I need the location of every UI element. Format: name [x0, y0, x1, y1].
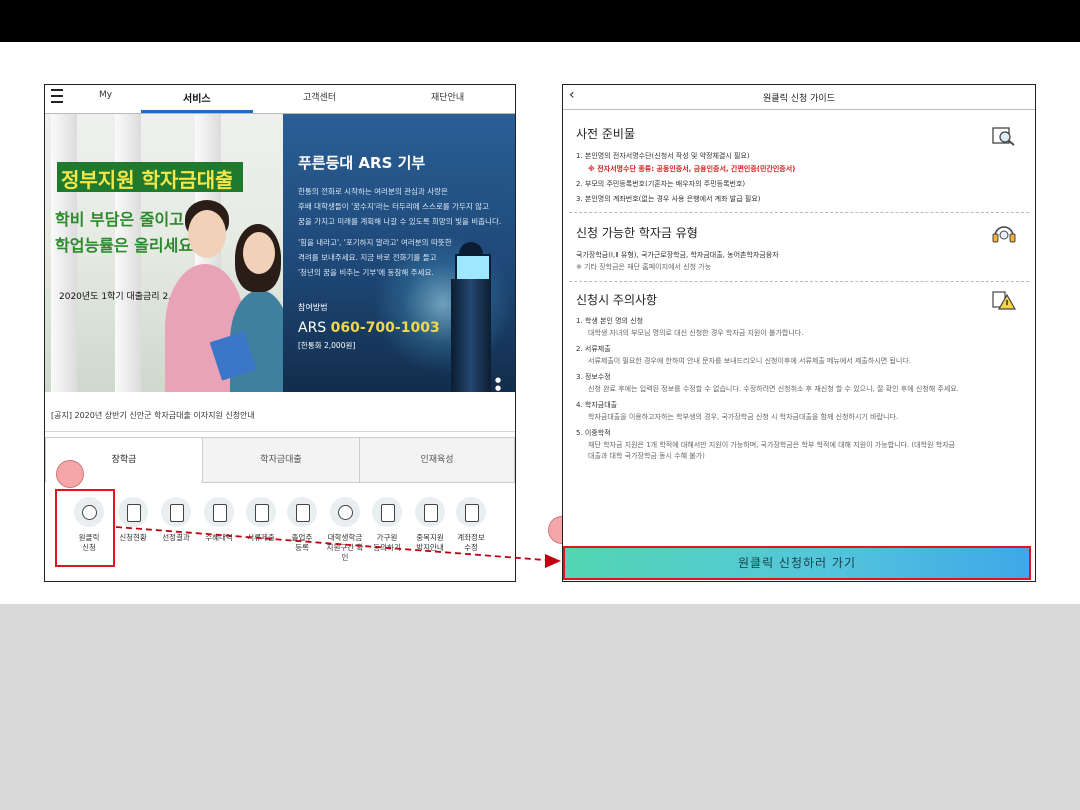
ars-desc-1: 한통의 전화로 시작하는 여러분의 관심과 사랑은 [298, 187, 448, 196]
carousel-dots[interactable]: ● ● ● ● [495, 376, 515, 392]
document-search-icon [992, 127, 1015, 146]
prep-line-3: 3. 본인명의 계좌번호(없는 경우 사용 은행에서 계좌 발급 필요) [576, 195, 761, 203]
banner-headline-suffix: 로 [230, 173, 243, 189]
service-support-bracket-check[interactable]: 대학생학금 지원구간 확인 [325, 495, 365, 563]
support-check-icon [330, 497, 360, 527]
document-submit-icon [246, 497, 276, 527]
guide-title: 원클릭 신청 가이드 [763, 94, 835, 104]
notice-link[interactable]: [공지] 2020년 상반기 신안군 학자금대출 이자지원 신청안내 [51, 410, 255, 421]
promo-banner[interactable]: 정부지원 학자금대출 로 학비 부담은 줄이고 학업능률은 올리세요! 2020… [45, 114, 515, 392]
caution-5-desc: 재단 학자금 지원은 1개 학적에 대해서만 지원이 가능하며, 국가장학금은 … [588, 441, 956, 449]
banner-slogan-2: 학업능률은 올리세요! [55, 236, 201, 255]
nav-tab-customer-center[interactable]: 고객센터 [303, 90, 336, 103]
caution-1-title: 1. 학생 본인 명의 신청 [576, 317, 644, 325]
cautions-title: 신청시 주의사항 [576, 293, 658, 307]
nav-tab-foundation[interactable]: 재단안내 [431, 90, 464, 103]
tab-talent-development[interactable]: 인재육성 [359, 437, 515, 483]
caution-5-desc-cont: 대출과 대학 국가장학금 동시 수혜 불가) [588, 452, 705, 460]
caution-3-desc: 신청 완료 후에는 입력된 정보를 수정할 수 없습니다. 수정하려면 신청취소… [588, 385, 959, 393]
caution-2-title: 2. 서류제출 [576, 345, 611, 353]
lighthouse-icon [451, 279, 491, 392]
status-board-icon [118, 497, 148, 527]
banner-slogan-1: 학비 부담은 줄이고 [55, 210, 184, 229]
caution-3-title: 3. 정보수정 [576, 373, 611, 381]
student-male-face [188, 210, 226, 258]
service-graduation-registration[interactable]: 졸업주 등록 [282, 495, 322, 553]
ars-title: 푸른등대 ARS 기부 [298, 154, 426, 172]
step-badge-1 [56, 460, 84, 488]
highlight-box-one-click [55, 489, 115, 567]
active-tab-underline [141, 110, 253, 113]
top-nav: My 서비스 고객센터 재단안내 [45, 85, 515, 114]
headset-icon [992, 226, 1016, 243]
result-search-icon [161, 497, 191, 527]
types-line-2: ※ 기타 장학금은 재단 홈페이지에서 신청 가능 [576, 263, 712, 271]
types-line-1: 국가장학금(Ⅰ,Ⅱ 유형), 국가근로장학금, 학자금대출, 농어촌학자금융자 [576, 251, 779, 259]
caution-2-desc: 서류제출이 필요한 경우에 한하여 안내 문자를 보내드리오니 신청이후에 서류… [588, 357, 911, 365]
ars-method-label: 참여방법 [298, 303, 328, 312]
banner-rate: 2020년도 1학기 대출금리 2.0% [59, 292, 186, 302]
ars-fee: [한통화 2,000원] [298, 341, 356, 350]
types-title: 신청 가능한 학자금 유형 [576, 226, 698, 240]
service-benefit-history[interactable]: 수혜내역 [199, 495, 239, 543]
one-click-apply-go-button[interactable]: 원클릭 신청하러 가기 [563, 546, 1031, 580]
calendar-icon [287, 497, 317, 527]
bottom-gray-band [0, 604, 1080, 810]
caution-4-desc: 학자금대출을 이용하고자하는 학부생의 경우, 국가장학금 신청 시 학자금대출… [588, 413, 899, 421]
service-account-edit[interactable]: 계좌정보 수정 [451, 495, 491, 553]
prep-line-2: 2. 부모의 주민등록번호(기혼자는 배우자의 주민등록번호) [576, 180, 746, 188]
divider [45, 431, 515, 432]
tab-student-loan[interactable]: 학자금대출 [202, 437, 360, 483]
ars-desc-6: '청년의 꿈을 비추는 기부'에 동참해 주세요. [298, 268, 434, 277]
service-family-consent[interactable]: 가구원 동의하기 [367, 495, 407, 553]
account-edit-icon [456, 497, 486, 527]
ars-desc-3: 꿈을 가지고 미래를 계획해 나갈 수 있도록 희망의 빛을 비춥니다. [298, 217, 502, 226]
duplicate-guide-icon [415, 497, 445, 527]
service-duplicate-guide[interactable]: 중복지원 방지안내 [410, 495, 450, 553]
ars-number: ARS 060-700-1003 [298, 320, 440, 336]
service-application-status[interactable]: 신청현황 [113, 495, 153, 543]
service-selection-result[interactable]: 선정결과 [156, 495, 196, 543]
one-click-guide-screen: ‹ 원클릭 신청 가이드 사전 준비물 1. 본인명의 전자서명수단(신청서 작… [562, 84, 1036, 582]
banner-headline: 정부지원 학자금대출 [61, 168, 234, 192]
service-document-submit[interactable]: 서류제출 [241, 495, 281, 543]
section-divider [569, 212, 1029, 213]
category-tabs: 장학금 학자금대출 인재육성 [45, 437, 515, 483]
section-divider [569, 281, 1029, 282]
student-female-face [243, 232, 275, 274]
warning-icon [992, 291, 1017, 310]
top-black-bar [0, 0, 1080, 42]
caution-5-title: 5. 이중학적 [576, 429, 611, 437]
guide-header: ‹ 원클릭 신청 가이드 [563, 85, 1035, 110]
prep-title: 사전 준비물 [576, 127, 636, 141]
caution-4-title: 4. 학자금대출 [576, 401, 618, 409]
family-consent-icon [372, 497, 402, 527]
prep-line-1-note: ※ 전자서명수단 종류: 공동인증서, 금융인증서, 간편인증(민간인증서) [588, 165, 796, 173]
caution-1-desc: 대학생 자녀의 부모님 명의로 대신 신청한 경우 학자금 지원이 불가합니다. [588, 329, 804, 337]
nav-tab-my[interactable]: My [99, 90, 112, 100]
benefit-doc-icon [204, 497, 234, 527]
nav-tab-service[interactable]: 서비스 [183, 90, 211, 105]
loan-banner: 정부지원 학자금대출 로 학비 부담은 줄이고 학업능률은 올리세요! 2020… [45, 114, 290, 392]
ars-desc-5: 격려를 보내주세요. 지금 바로 전화기를 들고 [298, 253, 437, 262]
menu-icon[interactable] [51, 89, 63, 103]
ars-desc-4: '힘을 내라고', '포기하지 말라고' 여러분의 따뜻한 [298, 238, 452, 247]
service-icon-grid: 원클릭 신청 신청현황 선정결과 수혜내역 서류제출 졸업주 등록 대학생학금 … [45, 495, 515, 575]
ars-desc-2: 후배 대학생들이 '꿈수지'라는 터두리에 스스로를 가두지 않고 [298, 202, 489, 211]
prep-line-1: 1. 본인명의 전자서명수단(신청서 작성 및 약정체결시 필요) [576, 152, 750, 160]
ars-donation-banner: 푸른등대 ARS 기부 한통의 전화로 시작하는 여러분의 관심과 사랑은 후배… [283, 114, 515, 392]
